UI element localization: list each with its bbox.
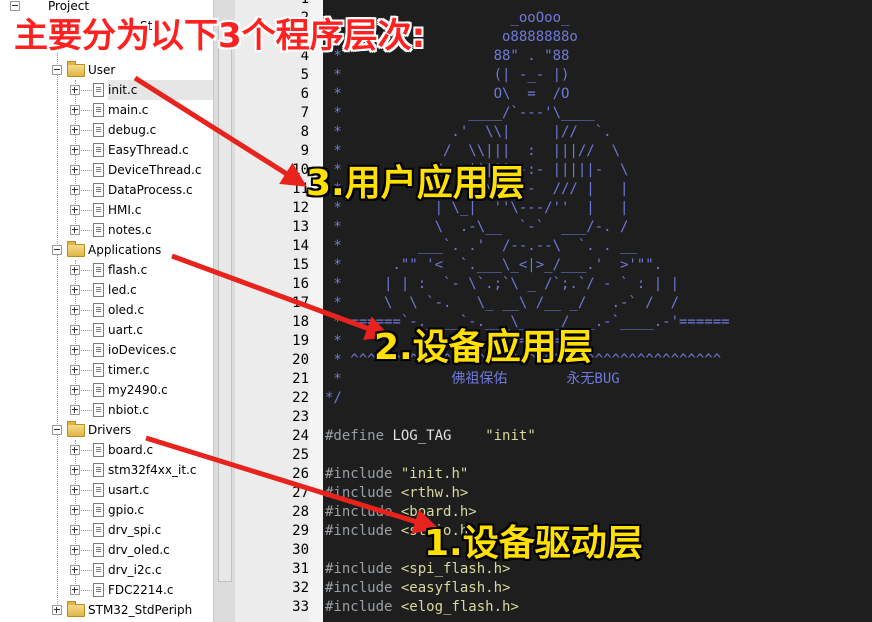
arrow-drivers [145, 435, 440, 534]
layer3-annotation: 3.用户应用层 [306, 163, 525, 204]
layer1-annotation: 1.设备驱动层 [424, 523, 643, 564]
arrow-applications [171, 253, 391, 340]
arrow-user [133, 75, 307, 187]
layer2-annotation: 2.设备应用层 [374, 327, 593, 368]
title-annotation: 主要分为以下3个程序层次: [14, 16, 426, 56]
